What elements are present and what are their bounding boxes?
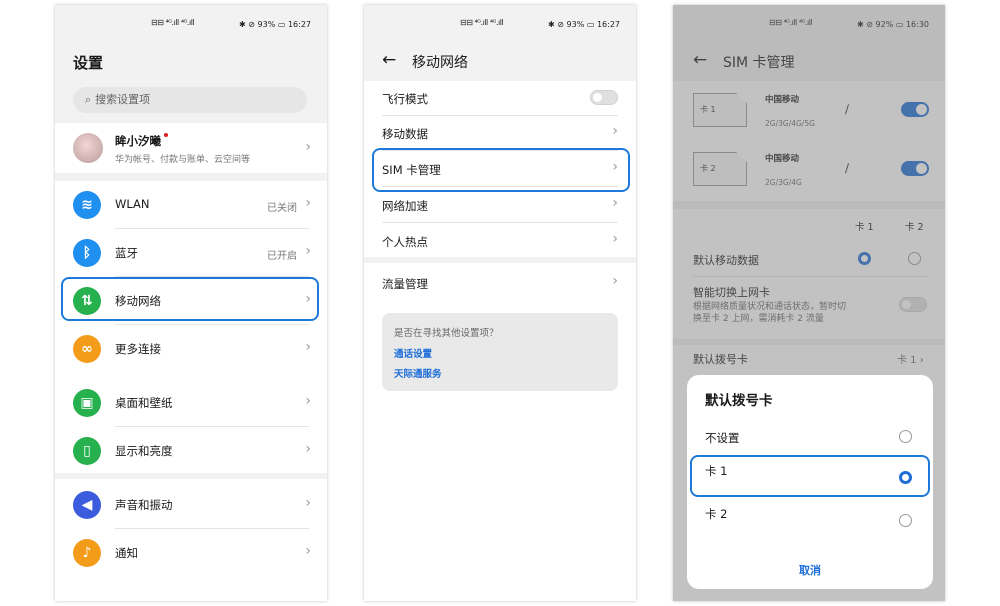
chevron-right-icon: › — [305, 195, 311, 211]
settings-item-label: 通知 — [115, 546, 138, 560]
chevron-right-icon: › — [612, 231, 618, 247]
settings-item-label: 声音和振动 — [115, 498, 173, 512]
sim-signal-icon: ⊟⊟ ⁴ᴳ.ıll ⁴ᴳ.ıll — [151, 18, 195, 27]
option-none-label[interactable]: 不设置 — [705, 430, 740, 446]
airplane-mode-label: 飞行模式 — [382, 92, 428, 106]
chevron-right-icon: › — [305, 393, 311, 409]
cancel-button[interactable]: 取消 — [687, 562, 933, 578]
settings-item-more-connections[interactable]: ∞ 更多连接 › — [55, 325, 327, 373]
settings-item-wallpaper[interactable]: ▣ 桌面和壁纸 › — [55, 379, 327, 427]
display-icon: ▯ — [73, 437, 101, 465]
sim-management-screen: ⊟⊟ ⁴ᴳ.ıll ⁴ᴳ.ıll ✱ ⊘ 92% ▭ 16:30 ← SIM 卡… — [673, 5, 945, 601]
mobile-data-item[interactable]: 移动数据 — [382, 126, 428, 142]
clock: 16:27 — [287, 20, 311, 29]
back-arrow-icon[interactable]: ← — [382, 50, 396, 70]
settings-item-label: WLAN — [115, 197, 150, 211]
data-usage-item[interactable]: 流量管理 — [382, 276, 428, 292]
sim-signal-icon: ⊟⊟ ⁴ᴳ.ıll ⁴ᴳ.ıll — [460, 18, 504, 27]
network-acceleration-item[interactable]: 网络加速 — [382, 198, 428, 214]
status-icons: ✱ ⊘ 93% ▭ — [548, 20, 595, 29]
settings-item-notification[interactable]: ♪ 通知 › — [55, 529, 327, 577]
avatar — [73, 133, 103, 163]
page-title: 设置 — [73, 54, 104, 72]
wallpaper-icon: ▣ — [73, 389, 101, 417]
status-bar: ⊟⊟ ⁴ᴳ.ıll ⁴ᴳ.ıll ✱ ⊘ 93% ▭ 16:27 — [364, 5, 636, 37]
settings-item-label: 桌面和壁纸 — [115, 396, 173, 410]
chevron-right-icon: › — [305, 543, 311, 559]
option-card2-radio[interactable] — [899, 514, 912, 527]
notification-icon: ♪ — [73, 539, 101, 567]
suggestion-title: 是否在寻找其他设置项？ — [394, 328, 499, 339]
divider — [382, 115, 618, 116]
settings-item-sound[interactable]: ◀ 声音和振动 › — [55, 481, 327, 529]
hotspot-item[interactable]: 个人热点 — [382, 234, 428, 250]
chevron-right-icon: › — [612, 195, 618, 211]
account-card[interactable]: 眸小汐曦 华为帐号、付款与账单、云空间等 › — [55, 123, 327, 173]
chevron-right-icon: › — [612, 273, 618, 289]
settings-item-label: 蓝牙 — [115, 246, 138, 260]
chevron-right-icon: › — [305, 243, 311, 259]
highlight-mobile-network — [61, 277, 319, 321]
airplane-mode-toggle[interactable] — [590, 90, 618, 105]
settings-item-value: 已开启 — [267, 251, 297, 262]
search-placeholder: 搜索设置项 — [95, 93, 151, 106]
call-settings-link[interactable]: 通话设置 — [394, 346, 432, 360]
search-input[interactable]: ⌕ 搜索设置项 — [73, 87, 307, 113]
settings-item-label: 显示和亮度 — [115, 444, 173, 458]
bluetooth-icon: ᛒ — [73, 239, 101, 267]
wifi-icon: ≋ — [73, 191, 101, 219]
notification-dot — [164, 133, 168, 137]
mobile-network-screen: ⊟⊟ ⁴ᴳ.ıll ⁴ᴳ.ıll ✱ ⊘ 93% ▭ 16:27 ← 移动网络 … — [364, 5, 636, 601]
skylink-service-link[interactable]: 天际通服务 — [394, 366, 442, 380]
option-none-radio[interactable] — [899, 430, 912, 443]
clock: 16:27 — [596, 20, 620, 29]
status-bar: ⊟⊟ ⁴ᴳ.ıll ⁴ᴳ.ıll ✱ ⊘ 93% ▭ 16:27 — [55, 5, 327, 37]
chevron-right-icon: › — [305, 339, 311, 355]
highlight-card1-option — [690, 455, 930, 497]
divider — [382, 222, 618, 223]
option-card2-label[interactable]: 卡 2 — [705, 506, 727, 522]
status-icons: ✱ ⊘ 93% ▭ — [239, 20, 286, 29]
settings-item-label: 更多连接 — [115, 342, 161, 356]
chevron-right-icon: › — [305, 139, 311, 155]
suggestion-box: 是否在寻找其他设置项？ 通话设置 天际通服务 — [382, 313, 618, 391]
chevron-right-icon: › — [305, 495, 311, 511]
chevron-right-icon: › — [305, 441, 311, 457]
more-connections-icon: ∞ — [73, 335, 101, 363]
settings-item-value: 已关闭 — [267, 203, 297, 214]
settings-item-bluetooth[interactable]: ᛒ 蓝牙 已开启 › — [55, 229, 327, 277]
settings-item-wlan[interactable]: ≋ WLAN 已关闭 › — [55, 181, 327, 229]
dialog-title: 默认拨号卡 — [705, 393, 773, 409]
search-icon: ⌕ — [85, 93, 92, 106]
settings-item-display[interactable]: ▯ 显示和亮度 › — [55, 427, 327, 475]
account-subtitle: 华为帐号、付款与账单、云空间等 — [115, 155, 251, 165]
chevron-right-icon: › — [612, 123, 618, 139]
sound-icon: ◀ — [73, 491, 101, 519]
account-name: 眸小汐曦 — [115, 134, 161, 148]
highlight-sim-management — [372, 148, 630, 192]
page-title: 移动网络 — [412, 55, 468, 71]
settings-screen: ⊟⊟ ⁴ᴳ.ıll ⁴ᴳ.ıll ✱ ⊘ 93% ▭ 16:27 设置 ⌕ 搜索设… — [55, 5, 327, 601]
